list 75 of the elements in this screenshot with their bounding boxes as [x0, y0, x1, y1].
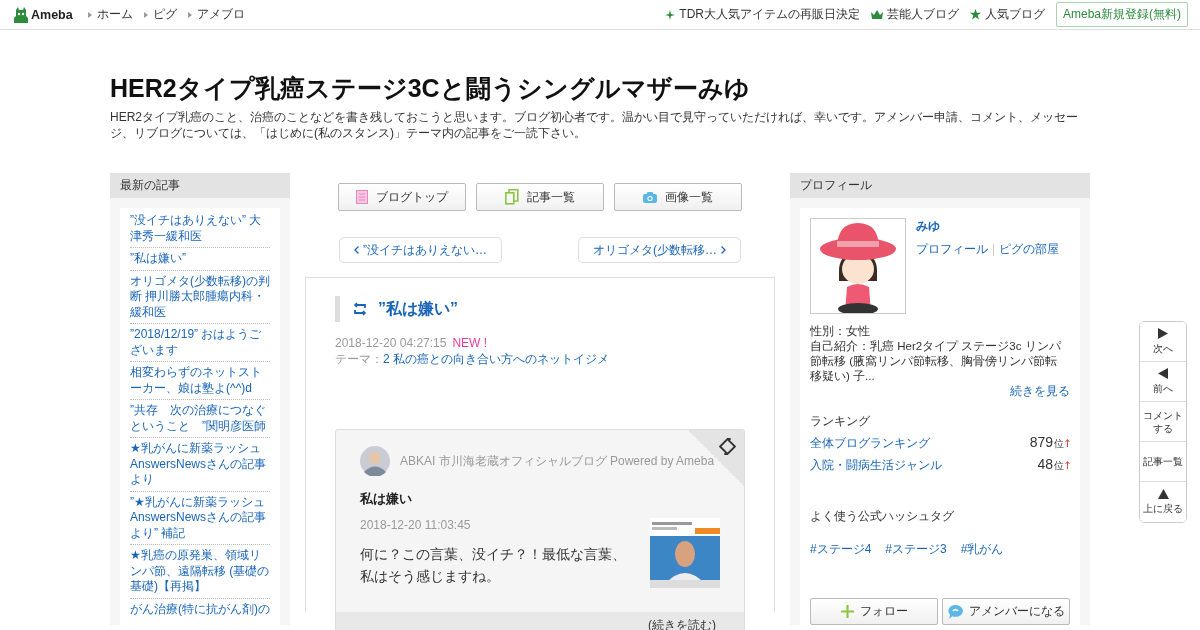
gender-text: 性別：女性	[810, 324, 871, 339]
signup-button[interactable]: Ameba新規登録(無料)	[1056, 2, 1188, 27]
nav-button[interactable]: 記事一覧	[476, 183, 604, 211]
chat-bubble-icon	[947, 604, 963, 619]
chevron-right-icon	[721, 246, 726, 254]
pages-icon	[505, 189, 519, 205]
plus-icon	[840, 605, 854, 618]
hashtag-heading: よく使う公式ハッシュタグ	[810, 508, 955, 525]
rank-number: 48	[1037, 456, 1053, 472]
document-icon	[356, 190, 368, 204]
new-label: NEW !	[452, 336, 488, 350]
theme-label: テーマ：	[335, 352, 383, 366]
camera-icon	[643, 191, 657, 203]
hashtag-link[interactable]: #ステージ3	[885, 541, 947, 558]
article-link[interactable]: ”没イチはありえない” 大津秀一緩和医	[130, 210, 270, 248]
triangle-icon	[143, 11, 148, 18]
hashtag-link[interactable]: #乳がん	[960, 541, 1004, 558]
article-link[interactable]: ”私は嫌い”	[130, 248, 270, 271]
follow-button[interactable]: フォロー	[810, 598, 938, 625]
triangle-up-icon	[1157, 489, 1169, 499]
crown-icon	[871, 9, 883, 20]
up-arrow-icon	[1065, 439, 1070, 447]
chevron-left-icon	[354, 246, 359, 254]
article-link[interactable]: オリゴメタ(少数転移)の判断 押川勝太郎腫瘍内科・緩和医	[130, 270, 270, 324]
play-right-icon	[1158, 328, 1168, 339]
theme-link[interactable]: 2 私の癌との向き合い方へのネットイジメ	[383, 352, 609, 366]
up-arrow-icon	[1065, 461, 1070, 469]
side-nav-button[interactable]: 次へ	[1140, 322, 1186, 362]
nav-link[interactable]: ホーム	[96, 6, 133, 23]
reblog-title: 私は嫌い	[360, 490, 413, 508]
reblog-excerpt: 何に？この言葉、没イチ？！最低な言葉、私はそう感じますね。	[360, 545, 627, 586]
source-blog-name: ABKAI 市川海老蔵オフィシャルブログ Powered by Ameba	[400, 452, 715, 470]
nav-link[interactable]: アメブロ	[196, 6, 245, 23]
profile-name[interactable]: みゆ	[916, 219, 940, 233]
profile-intro: 自己紹介：乳癌 Her2タイプ ステージ3c リンパ節転移 (腋窩リンパ節転移、胸骨傍リンパ節転移疑い) 子...	[810, 339, 1062, 384]
play-left-icon	[1158, 368, 1168, 379]
nav-button[interactable]: 画像一覧	[614, 183, 742, 211]
rank-number: 879	[1029, 434, 1053, 450]
sparkle-icon	[665, 9, 676, 20]
article-link[interactable]: ”★乳がんに新薬ラッシュ AnswersNewsさんの記事より” 補記	[130, 491, 270, 545]
blog-title[interactable]: HER2タイプ乳癌ステージ3Cと闘うシングルマザーみゆ	[110, 73, 1090, 103]
profile-link[interactable]: プロフィール	[916, 241, 988, 258]
article-date: 2018-12-20 04:27:15	[335, 336, 447, 350]
logo-text[interactable]: Ameba	[31, 7, 73, 22]
article-title[interactable]: ”私は嫌い”	[378, 298, 458, 320]
header-link[interactable]: 人気ブログ	[985, 6, 1045, 23]
reblog-date: 2018-12-20 11:03:45	[360, 518, 472, 532]
rank-unit: 位	[1054, 437, 1064, 451]
section-header: プロフィール	[790, 173, 1090, 198]
next-article-button[interactable]: オリゴメタ(少数転移…	[578, 237, 741, 263]
blog-description: HER2タイプ乳癌のこと、治癌のことなどを書き残しておこうと思います。ブログ初心者です。温かい目で見守っていただければ、幸いです。アメンバー申請、コメント、メッセージ、リブログについては、「はじめに(私のスタンス)」テーマ内の記事をご一読下さい。	[110, 109, 1079, 141]
ranking-link[interactable]: 入院・闘病生活ジャンル	[810, 457, 942, 474]
amember-button[interactable]: アメンバーになる	[942, 598, 1070, 625]
avatar-icon	[360, 446, 390, 476]
article-link[interactable]: がん治療(特に抗がん剤)の	[130, 598, 270, 620]
header-link[interactable]: 芸能人ブログ	[887, 6, 959, 23]
header-link[interactable]: TDR大人気アイテムの再販日決定	[679, 6, 860, 23]
rank-unit: 位	[1054, 459, 1064, 473]
article-link[interactable]: ”2018/12/19” おはようございます	[130, 324, 270, 362]
article-link[interactable]: 相変わらずのネットストーカー、娘は塾よ(^^)d	[130, 362, 270, 400]
article-link[interactable]: ★乳癌の原発巣、領域リンパ節、遠隔転移 (基礎の基礎)【再掲】	[130, 545, 270, 599]
hashtag-link[interactable]: #ステージ4	[810, 541, 872, 558]
article-link[interactable]: ”共存 次の治療につなぐということ ”関明彦医師	[130, 400, 270, 438]
read-more-link[interactable]: 続きを見る	[1010, 385, 1070, 397]
star-icon	[970, 9, 981, 20]
nav-link[interactable]: ピグ	[152, 6, 177, 23]
ranking-link[interactable]: 全体ブログランキング	[810, 435, 930, 452]
section-header: 最新の記事	[110, 173, 290, 198]
nav-button[interactable]: ブログトップ	[338, 183, 466, 211]
profile-link[interactable]: ピグの部屋	[999, 241, 1059, 258]
triangle-icon	[187, 11, 192, 18]
triangle-icon	[87, 11, 92, 18]
article-link[interactable]: ★乳がんに新薬ラッシュ AnswersNewsさんの記事より	[130, 438, 270, 492]
ranking-heading: ランキング	[810, 413, 871, 430]
previous-article-button[interactable]: ”没イチはありえない…	[339, 237, 502, 263]
